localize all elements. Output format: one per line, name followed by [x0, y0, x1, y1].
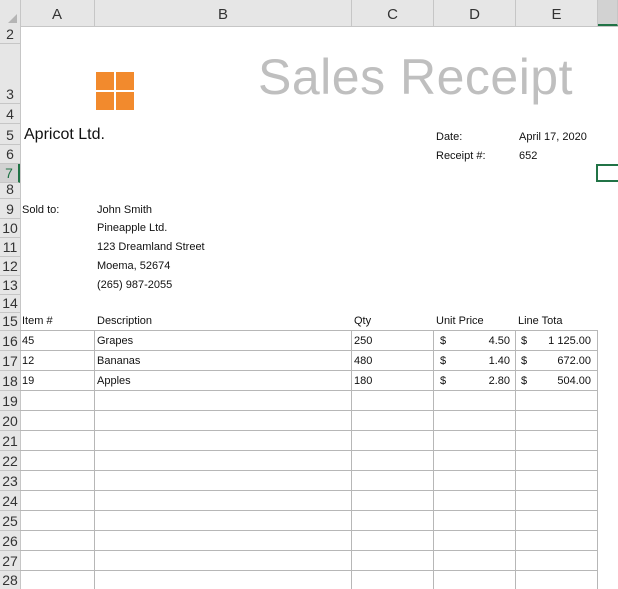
row-header[interactable]: 3 — [0, 44, 20, 104]
table-cell-description[interactable]: Grapes — [97, 335, 133, 347]
table-border — [20, 370, 598, 371]
table-cell-qty[interactable]: 180 — [354, 375, 372, 387]
row-header[interactable]: 21 — [0, 431, 20, 451]
table-border — [351, 330, 352, 589]
table-cell-item[interactable]: 12 — [22, 355, 34, 367]
row-header[interactable]: 28 — [0, 571, 20, 589]
receipt-title[interactable]: Sales Receipt — [258, 48, 573, 106]
table-border — [515, 330, 516, 589]
row-header[interactable]: 18 — [0, 371, 20, 391]
table-border — [20, 470, 598, 471]
row-header[interactable]: 13 — [0, 276, 20, 295]
row-header[interactable]: 14 — [0, 295, 20, 313]
sold-to-line[interactable]: Pineapple Ltd. — [97, 222, 167, 234]
table-cell-description[interactable]: Apples — [97, 375, 131, 387]
company-name[interactable]: Apricot Ltd. — [24, 126, 105, 144]
table-border — [20, 350, 598, 351]
table-cell-item[interactable]: 45 — [22, 335, 34, 347]
table-cell-unit-price[interactable]: 2.80 — [440, 375, 510, 387]
header-item-number[interactable]: Item # — [22, 315, 53, 327]
table-border — [20, 510, 598, 511]
row-header[interactable]: 4 — [0, 104, 20, 124]
table-border — [20, 390, 598, 391]
row-header[interactable]: 16 — [0, 331, 20, 351]
header-unit-price[interactable]: Unit Price — [436, 315, 484, 327]
table-cell-unit-price[interactable]: 1.40 — [440, 355, 510, 367]
row-header[interactable]: 17 — [0, 351, 20, 371]
row-header[interactable]: 15 — [0, 313, 20, 331]
row-header[interactable]: 2 — [0, 26, 20, 44]
header-description[interactable]: Description — [97, 315, 152, 327]
sold-to-line[interactable]: John Smith — [97, 204, 152, 216]
row-header[interactable]: 8 — [0, 181, 20, 199]
table-cell-qty[interactable]: 250 — [354, 335, 372, 347]
row-header[interactable]: 9 — [0, 199, 20, 219]
row-header[interactable]: 19 — [0, 391, 20, 411]
row-header[interactable]: 11 — [0, 238, 20, 257]
table-border — [597, 330, 598, 589]
row-header[interactable]: 6 — [0, 145, 20, 164]
column-header-bar: A B C D E — [0, 0, 618, 27]
date-value[interactable]: April 17, 2020 — [519, 131, 587, 143]
table-border — [433, 330, 434, 589]
date-label[interactable]: Date: — [436, 131, 462, 143]
column-header-a[interactable]: A — [20, 0, 95, 26]
table-cell-description[interactable]: Bananas — [97, 355, 140, 367]
selected-cell[interactable] — [596, 164, 618, 182]
column-header-f[interactable] — [598, 0, 618, 26]
table-border — [20, 430, 598, 431]
table-cell-item[interactable]: 19 — [22, 375, 34, 387]
row-header[interactable]: 10 — [0, 219, 20, 238]
table-border — [20, 490, 598, 491]
table-border — [20, 450, 598, 451]
row-header[interactable]: 24 — [0, 491, 20, 511]
table-cell-unit-price[interactable]: 4.50 — [440, 335, 510, 347]
column-header-b[interactable]: B — [95, 0, 352, 26]
table-border — [20, 330, 598, 331]
sold-to-label[interactable]: Sold to: — [22, 204, 59, 216]
header-line-total[interactable]: Line Tota — [518, 315, 562, 327]
column-header-e[interactable]: E — [516, 0, 598, 26]
row-header[interactable]: 25 — [0, 511, 20, 531]
receipt-number-value[interactable]: 652 — [519, 150, 537, 162]
sold-to-line[interactable]: (265) 987-2055 — [97, 279, 172, 291]
column-header-d[interactable]: D — [434, 0, 516, 26]
row-header[interactable]: 20 — [0, 411, 20, 431]
table-border — [20, 550, 598, 551]
row-header[interactable]: 23 — [0, 471, 20, 491]
header-qty[interactable]: Qty — [354, 315, 371, 327]
table-border — [20, 410, 598, 411]
row-header[interactable]: 27 — [0, 551, 20, 571]
column-header-c[interactable]: C — [352, 0, 434, 26]
row-header[interactable]: 12 — [0, 257, 20, 276]
sold-to-line[interactable]: 123 Dreamland Street — [97, 241, 205, 253]
company-logo-icon — [96, 72, 134, 110]
table-cell-qty[interactable]: 480 — [354, 355, 372, 367]
table-cell-line-total[interactable]: 1 125.00 — [521, 335, 591, 347]
sold-to-line[interactable]: Moema, 52674 — [97, 260, 170, 272]
table-cell-line-total[interactable]: 504.00 — [521, 375, 591, 387]
row-header[interactable]: 5 — [0, 124, 20, 145]
table-cell-line-total[interactable]: 672.00 — [521, 355, 591, 367]
table-border — [20, 530, 598, 531]
select-all-corner[interactable] — [0, 0, 21, 26]
row-header[interactable]: 26 — [0, 531, 20, 551]
receipt-number-label[interactable]: Receipt #: — [436, 150, 486, 162]
table-border — [94, 330, 95, 589]
row-header[interactable]: 22 — [0, 451, 20, 471]
table-border — [20, 570, 598, 571]
